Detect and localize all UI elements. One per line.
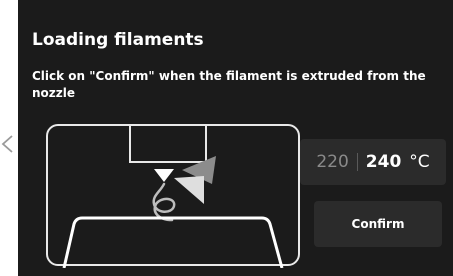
nozzle-extrusion-illustration: [46, 124, 300, 268]
temperature-unit: °C: [409, 152, 430, 172]
filament-swirl: [152, 182, 176, 222]
nozzle-body: [129, 126, 207, 163]
dialog-instruction: Click on "Confirm" when the filament is …: [32, 69, 426, 100]
dialog-title: Loading filaments: [32, 30, 204, 50]
nozzle-tip: [154, 169, 174, 182]
current-temperature: 220: [316, 152, 349, 172]
loading-filament-dialog: Loading filaments Click on "Confirm" whe…: [18, 0, 453, 276]
motion-arrow-white: [174, 176, 204, 204]
target-temperature: 240: [365, 152, 402, 172]
temperature-divider: [356, 153, 358, 171]
print-bed: [62, 216, 284, 268]
nozzle-temperature-display: 220 240 °C: [300, 139, 446, 185]
chevron-left-icon[interactable]: [0, 132, 16, 156]
confirm-button[interactable]: Confirm: [314, 201, 442, 247]
